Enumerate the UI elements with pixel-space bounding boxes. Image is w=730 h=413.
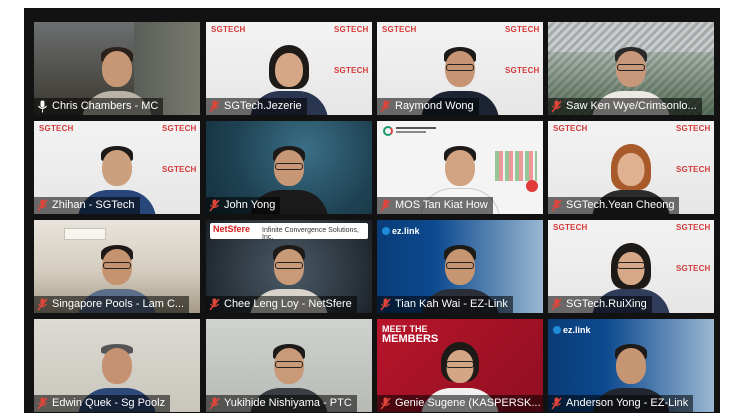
sgtech-logo: SGTECH (553, 223, 588, 232)
participant-name-label: SGTech.RuiXing (548, 296, 652, 313)
muted-microphone-icon (380, 100, 391, 113)
participant-name-label: Raymond Wong (377, 98, 479, 115)
netsfere-banner: NetSfere Infinite Convergence Solutions,… (210, 223, 368, 241)
sgtech-logo: SGTECH (334, 25, 369, 34)
sgtech-logo: SGTECH (382, 25, 417, 34)
sgtech-logo: SGTECH (334, 66, 369, 75)
sgtech-logo: SGTECH (39, 124, 74, 133)
sgtech-logo: SGTECH (553, 124, 588, 133)
participant-tile[interactable]: NetSfere Infinite Convergence Solutions,… (206, 220, 372, 313)
participant-tile[interactable]: MEET THE MEMBERS Genie Sugene (KASPERSK.… (377, 319, 543, 412)
participant-name-label: Singapore Pools - Lam C... (34, 296, 190, 313)
participant-name-label: MOS Tan Kiat How (377, 197, 493, 214)
ministry-logo-icon (383, 126, 393, 136)
ezlink-logo: ez.link (553, 325, 591, 335)
participant-tile[interactable]: SGTECH SGTECH SGTECH SGTech.Jezerie (206, 22, 372, 115)
muted-microphone-icon (209, 100, 220, 113)
muted-microphone-icon (551, 100, 562, 113)
participant-name-label: SGTech.Jezerie (206, 98, 307, 115)
sgtech-logo: SGTECH (505, 25, 540, 34)
sgtech-logo: SGTECH (505, 66, 540, 75)
sgtech-logo: SGTECH (211, 25, 246, 34)
participant-tile[interactable]: ez.link Anderson Yong - EZ-Link (548, 319, 714, 412)
participant-tile[interactable]: MOS Tan Kiat How (377, 121, 543, 214)
netsfere-logo: NetSfere (213, 224, 251, 234)
participant-name-label: Chris Chambers - MC (34, 98, 164, 115)
muted-microphone-icon (380, 199, 391, 212)
muted-microphone-icon (551, 397, 562, 410)
participant-name-label: Yukihide Nishiyama - PTC (206, 395, 357, 412)
participant-tile[interactable]: Saw Ken Wye/Crimsonlo... (548, 22, 714, 115)
participant-tile[interactable]: Edwin Quek - Sg Poolz (34, 319, 200, 412)
muted-microphone-icon (380, 298, 391, 311)
participant-tile[interactable]: SGTECH SGTECH SGTECH SGTech.Yean Cheong (548, 121, 714, 214)
sgtech-logo: SGTECH (676, 165, 711, 174)
muted-microphone-icon (551, 199, 562, 212)
participant-name-label: SGTech.Yean Cheong (548, 197, 680, 214)
video-grid: Chris Chambers - MC SGTECH SGTECH SGTECH… (24, 8, 720, 413)
sgtech-logo: SGTECH (676, 264, 711, 273)
participant-name-label: John Yong (206, 197, 281, 214)
participant-tile[interactable]: SGTECH SGTECH SGTECH Zhihan - SGTech (34, 121, 200, 214)
microphone-icon (38, 100, 47, 113)
muted-microphone-icon (551, 298, 562, 311)
participant-tile[interactable]: John Yong (206, 121, 372, 214)
sgtech-logo: SGTECH (162, 124, 197, 133)
ezlink-logo: ez.link (382, 226, 420, 236)
participant-name-label: Tian Kah Wai - EZ-Link (377, 296, 513, 313)
sgtech-logo: SGTECH (676, 223, 711, 232)
participant-tile[interactable]: SGTECH SGTECH SGTECH SGTech.RuiXing (548, 220, 714, 313)
muted-microphone-icon (209, 397, 220, 410)
meet-the-members-title: MEET THE MEMBERS (382, 324, 439, 345)
muted-microphone-icon (209, 298, 220, 311)
sgtech-logo: SGTECH (676, 124, 711, 133)
participant-name-label: Anderson Yong - EZ-Link (548, 395, 694, 412)
participant-name-label: Chee Leng Loy - NetSfere (206, 296, 357, 313)
participant-tile[interactable]: SGTECH SGTECH SGTECH Raymond Wong (377, 22, 543, 115)
company-name: Infinite Convergence Solutions, Inc. (262, 227, 359, 241)
sgtech-logo: SGTECH (162, 165, 197, 174)
participant-tile[interactable]: Yukihide Nishiyama - PTC (206, 319, 372, 412)
muted-microphone-icon (380, 397, 391, 410)
muted-microphone-icon (37, 298, 48, 311)
participant-name-label: Saw Ken Wye/Crimsonlo... (548, 98, 702, 115)
participant-name-label: Zhihan - SGTech (34, 197, 140, 214)
muted-microphone-icon (37, 199, 48, 212)
muted-microphone-icon (209, 199, 220, 212)
participant-tile[interactable]: Chris Chambers - MC (34, 22, 200, 115)
participant-name-label: Edwin Quek - Sg Poolz (34, 395, 171, 412)
muted-microphone-icon (37, 397, 48, 410)
participant-tile[interactable]: Singapore Pools - Lam C... (34, 220, 200, 313)
badge-icon (526, 180, 538, 192)
participant-tile[interactable]: ez.link Tian Kah Wai - EZ-Link (377, 220, 543, 313)
participant-name-label: Genie Sugene (KASPERSK... (377, 395, 543, 412)
